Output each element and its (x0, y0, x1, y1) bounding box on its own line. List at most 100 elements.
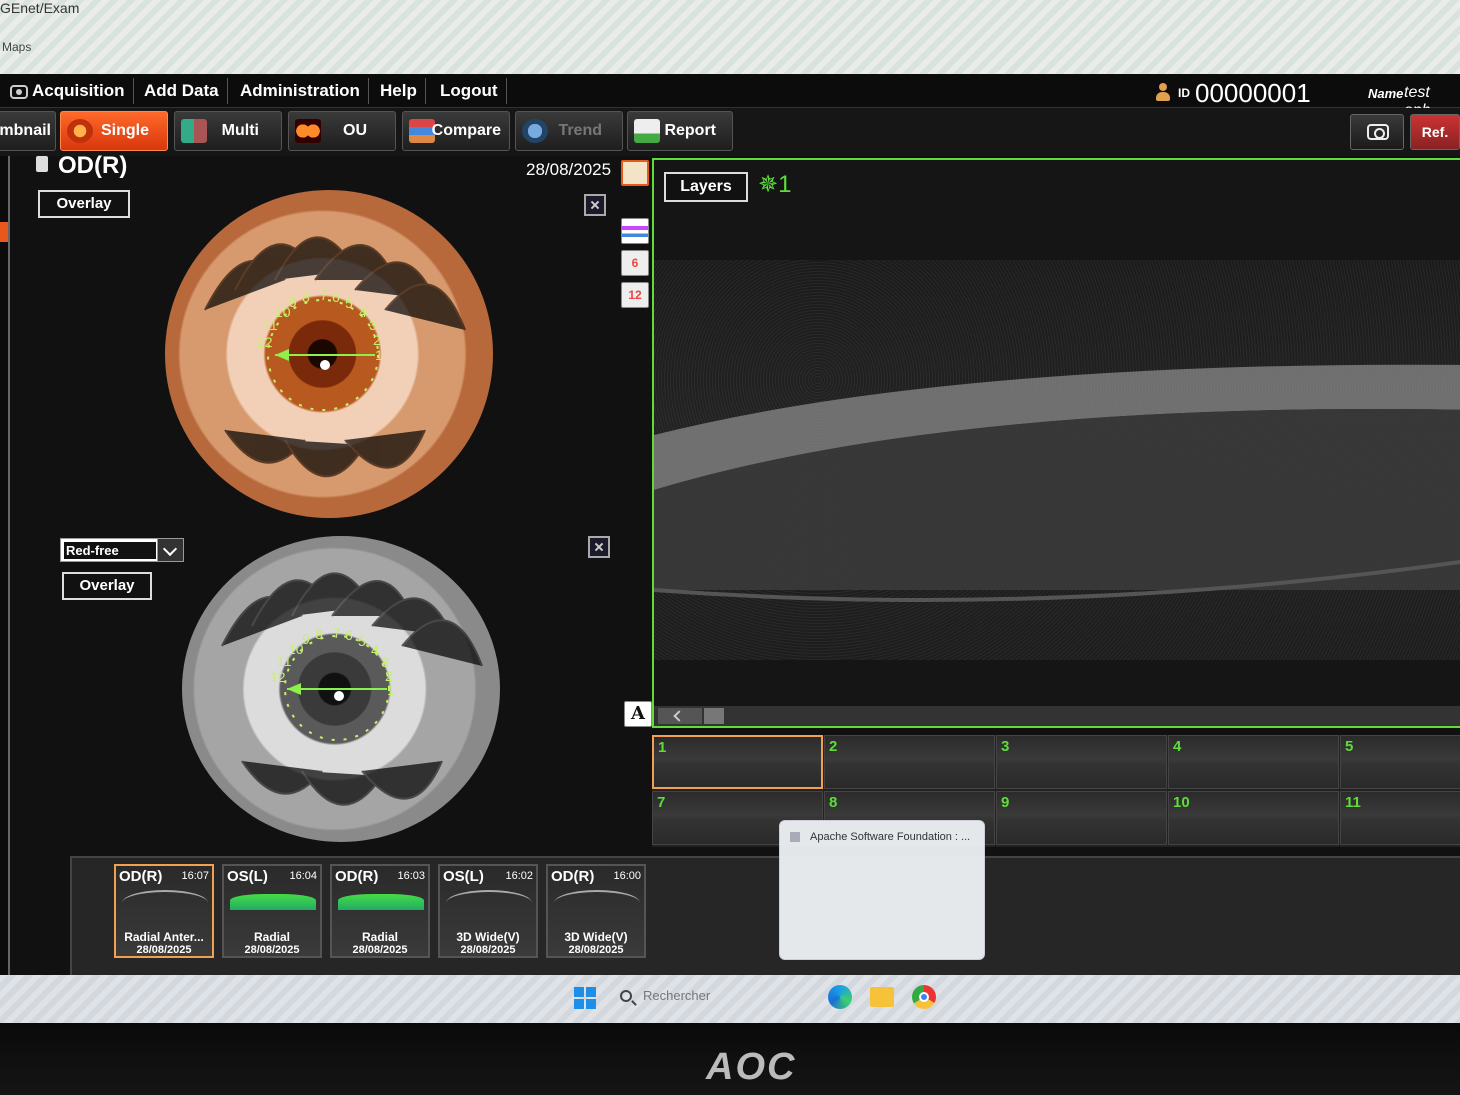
filter-select[interactable]: Red-free (60, 538, 184, 562)
anterior-color-image[interactable]: 12 11 10 9 8 7 6 5 4 3 2 1 (165, 190, 493, 518)
scan-thumb[interactable]: 10 (1168, 791, 1339, 845)
both-eyes-icon (295, 119, 321, 143)
button-label: OU (343, 122, 367, 139)
overlay-button-top[interactable]: Overlay (38, 190, 130, 218)
exam-history-strip: OD(R) 16:07 Radial Anter... 28/08/2025 O… (70, 856, 1460, 976)
edge-browser-icon[interactable] (828, 985, 852, 1009)
exam-card[interactable]: OD(R) 16:03 Radial 28/08/2025 (330, 864, 430, 958)
chevron-down-icon[interactable] (157, 539, 183, 561)
clock-number: 6 (332, 289, 340, 305)
scan-thumb[interactable]: 4 (1168, 735, 1339, 789)
text-annotation-button[interactable]: A (624, 701, 652, 727)
menu-acquisition[interactable]: Acquisition (2, 78, 134, 104)
filter-select-value: Red-free (64, 542, 156, 559)
clock-number: 4 (371, 642, 379, 658)
scan-number: 9 (1001, 794, 1010, 811)
oct-scan-image (654, 260, 1460, 660)
overlay-button-bottom[interactable]: Overlay (62, 572, 152, 600)
clock-number: 4 (359, 304, 367, 320)
chrome-browser-icon[interactable] (912, 985, 936, 1009)
annotation-arrow: ✵1 (758, 171, 792, 198)
bscan-tool-button[interactable] (621, 160, 649, 186)
eye-document-icon (36, 156, 48, 172)
scan-number: 8 (829, 794, 838, 811)
exam-date: 28/08/2025 (244, 944, 300, 956)
monitor-brand-logo: AOC (706, 1046, 797, 1088)
multi-view-icon (181, 119, 207, 143)
multi-button[interactable]: Multi (174, 111, 282, 151)
exam-type: 3D Wide(V) (456, 930, 520, 944)
scan-number: 11 (1345, 794, 1361, 811)
scan-thumb[interactable]: 2 (824, 735, 995, 789)
button-label: Compare (431, 122, 501, 139)
scan-preview (338, 894, 424, 910)
camera-icon (10, 84, 28, 99)
button-label: Trend (558, 122, 602, 139)
scan-thumb[interactable]: 3 (996, 735, 1167, 789)
scan-thumb[interactable]: 11 (1340, 791, 1460, 845)
six-scan-button[interactable]: 6 (621, 250, 649, 276)
single-button[interactable]: Single (60, 111, 168, 151)
screen: GEnet/Exam Maps Acquisition Add Data Adm… (0, 0, 1460, 1095)
taskbar-preview-popup[interactable]: Apache Software Foundation : ... (779, 820, 985, 960)
report-button[interactable]: Report (627, 111, 733, 151)
menu-help[interactable]: Help (372, 78, 426, 104)
bookmark-maps[interactable]: Maps (2, 40, 31, 54)
file-explorer-icon[interactable] (870, 987, 894, 1007)
exam-eye: OS(L) (227, 868, 268, 885)
exam-card[interactable]: OD(R) 16:07 Radial Anter... 28/08/2025 (114, 864, 214, 958)
menu-add-data[interactable]: Add Data (136, 78, 228, 104)
twelve-scan-button[interactable]: 12 (621, 282, 649, 308)
capture-button[interactable] (1350, 114, 1404, 150)
compare-button[interactable]: Compare (402, 111, 510, 151)
layers-button[interactable]: Layers (664, 172, 748, 202)
patient-id-label: ID (1178, 86, 1190, 100)
windows-start-icon[interactable] (574, 987, 596, 1009)
menu-administration[interactable]: Administration (232, 78, 369, 104)
button-label: Multi (221, 122, 259, 139)
clock-number: 7 (333, 625, 341, 641)
clock-number: 5 (358, 633, 366, 649)
ref-button[interactable]: Ref. (1410, 114, 1460, 150)
scan-thumb[interactable]: 5 (1340, 735, 1460, 789)
layers-tool-button[interactable] (621, 218, 649, 244)
scroll-left-button[interactable] (658, 708, 702, 724)
address-bar[interactable]: GEnet/Exam (0, 0, 79, 16)
menu-logout[interactable]: Logout (432, 78, 507, 104)
clock-number: 9 (289, 294, 297, 310)
clock-number: 1 (375, 347, 383, 363)
clock-number: 1 (387, 682, 395, 698)
clock-number: 9 (302, 631, 310, 647)
anterior-redfree-image[interactable]: 12 11 10 9 8 7 6 5 4 3 2 1 (182, 536, 500, 842)
trend-button: Trend (515, 111, 623, 151)
exam-date: 28/08/2025 (136, 944, 192, 956)
exam-eye: OD(R) (119, 868, 163, 885)
thumbnail-button[interactable]: umbnail (0, 111, 56, 151)
exam-card[interactable]: OS(L) 16:02 3D Wide(V) 28/08/2025 (438, 864, 538, 958)
taskbar-search[interactable]: Rechercher (643, 988, 710, 1003)
ou-button[interactable]: OU (288, 111, 396, 151)
scroll-thumb[interactable] (704, 708, 724, 724)
scan-preview (554, 890, 640, 916)
button-label: Single (100, 122, 149, 139)
scan-thumb[interactable]: 9 (996, 791, 1167, 845)
eye-image-overlay: 12 11 10 9 8 7 6 5 4 3 2 1 (221, 572, 483, 806)
exam-type: Radial (253, 930, 290, 944)
exam-time: 16:00 (613, 870, 641, 882)
scan-scrollbar[interactable] (654, 706, 1460, 726)
expand-icon[interactable] (584, 194, 606, 216)
scan-thumb[interactable]: 1 (652, 735, 823, 789)
clock-number: 5 (345, 295, 353, 311)
selection-marker (0, 222, 8, 242)
cornea-scan-overlay (654, 364, 1460, 602)
search-icon[interactable] (620, 990, 632, 1002)
exam-card[interactable]: OD(R) 16:00 3D Wide(V) 28/08/2025 (546, 864, 646, 958)
exam-date: 28/08/2025 (352, 944, 408, 956)
clock-number: 12 (257, 334, 273, 350)
oct-bscan-view[interactable]: Layers ✵1 (652, 158, 1460, 728)
button-label: umbnail (0, 122, 51, 139)
scan-preview (230, 894, 316, 910)
scan-thumbnail-grid: 1 2 3 4 5 7 8 9 10 11 (652, 735, 1460, 847)
expand-icon[interactable] (588, 536, 610, 558)
exam-card[interactable]: OS(L) 16:04 Radial 28/08/2025 (222, 864, 322, 958)
